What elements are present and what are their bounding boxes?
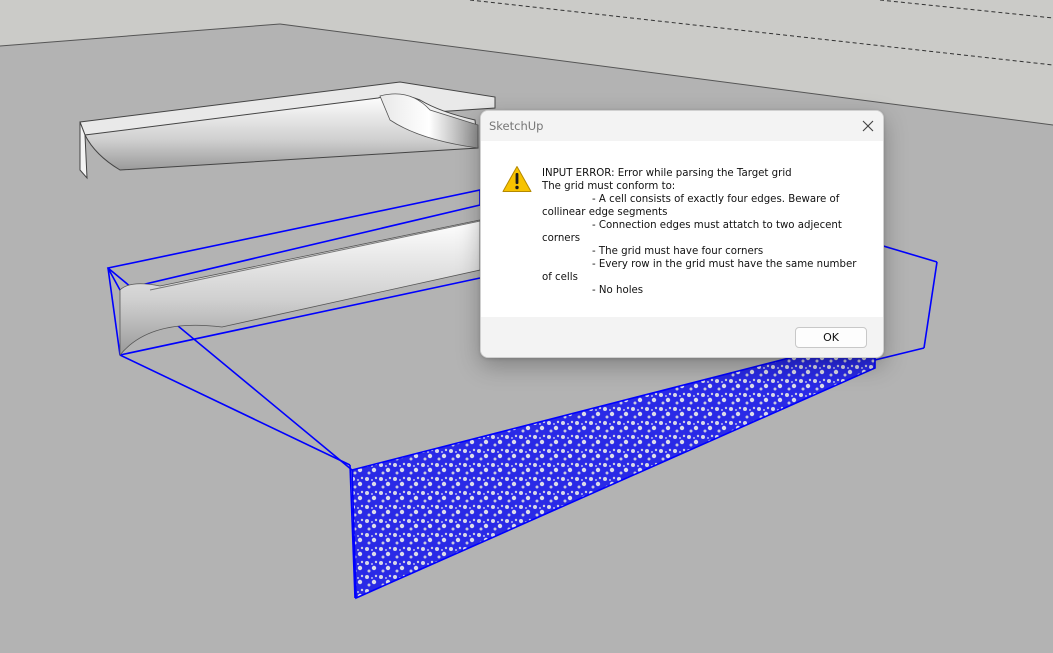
dialog-content: INPUT ERROR: Error while parsing the Tar… [481,141,883,317]
message-line: - A cell consists of exactly four edges.… [592,194,840,205]
message-line: INPUT ERROR: Error while parsing the Tar… [542,168,792,179]
close-icon [862,120,874,132]
message-line: collinear edge segments [542,207,668,218]
message-line: of cells [542,272,578,283]
message-line: corners [542,233,581,244]
ok-button[interactable]: OK [795,327,867,348]
warning-icon [502,166,532,192]
message-line: - The grid must have four corners [592,246,764,257]
dialog-titlebar[interactable]: SketchUp [481,111,883,141]
message-line: - Every row in the grid must have the sa… [592,259,857,270]
message-line: - Connection edges must attatch to two a… [592,220,842,231]
error-message: INPUT ERROR: Error while parsing the Tar… [542,167,872,297]
dialog-footer: OK [481,317,883,357]
message-line: - No holes [592,285,644,296]
dialog-title: SketchUp [489,119,544,133]
error-dialog: SketchUp INPUT ERROR: Error while parsin… [480,110,884,358]
close-button[interactable] [855,113,881,139]
message-line: The grid must conform to: [542,181,676,192]
